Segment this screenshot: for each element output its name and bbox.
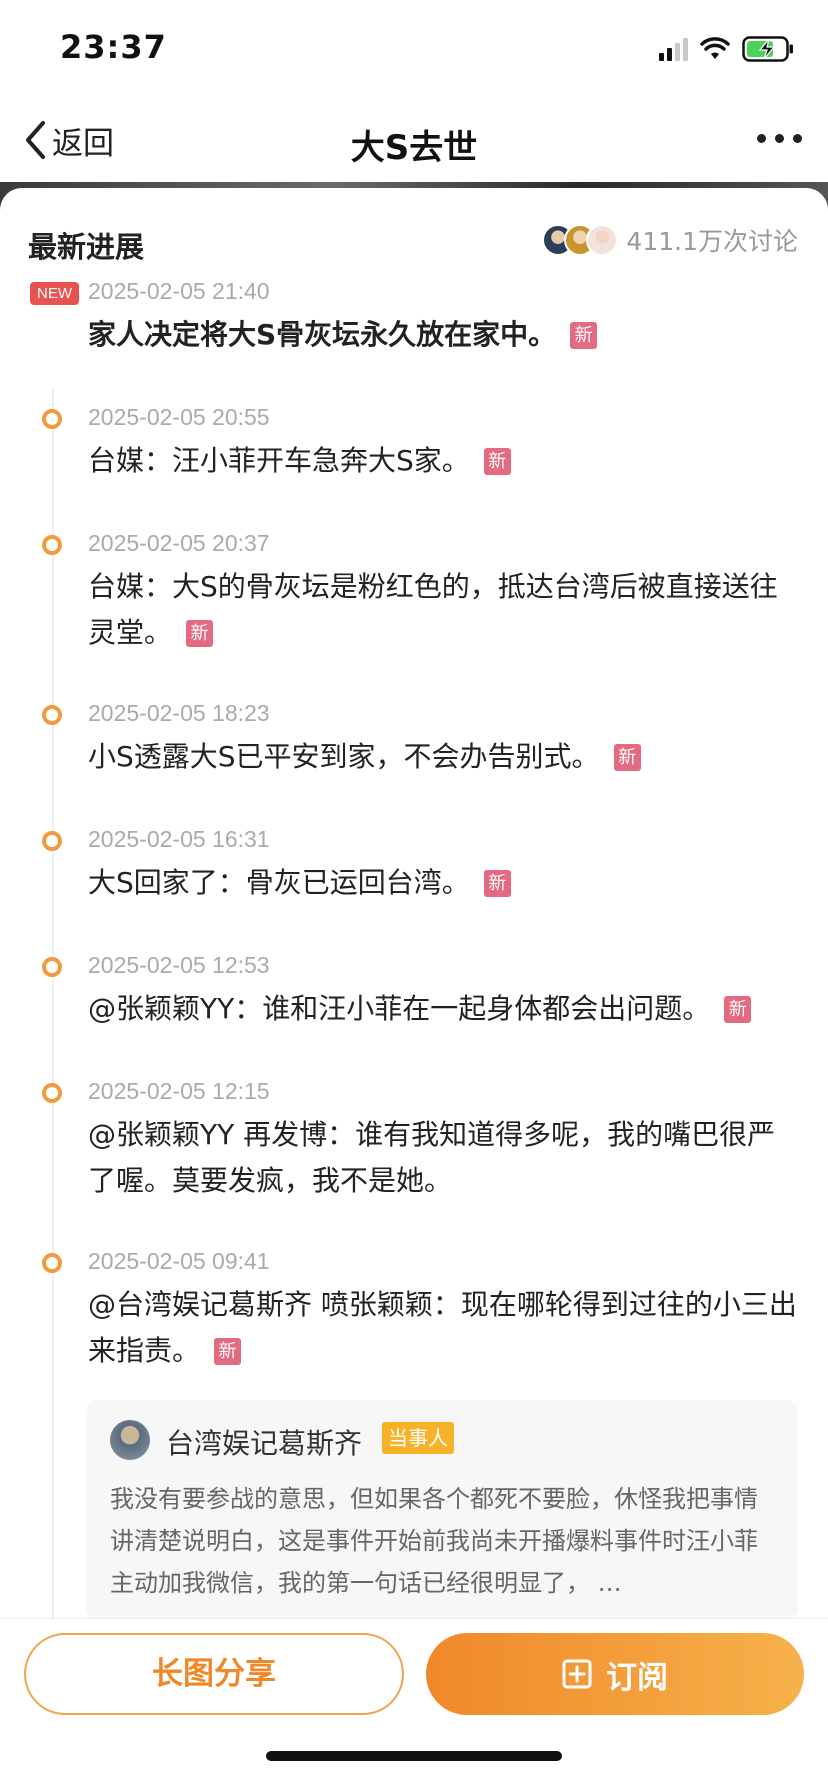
cellular-signal-icon: [659, 37, 688, 61]
item-text: 台媒：大S的骨灰坛是粉红色的，抵达台湾后被直接送往灵堂。新: [88, 570, 778, 649]
item-text: 小S透露大S已平安到家，不会办告别式。新: [88, 734, 798, 780]
item-time: 2025-02-05 12:53: [88, 952, 270, 978]
battery-charging-icon: [742, 36, 793, 62]
item-text: @台湾娱记葛斯齐 喷张颖颖：现在哪轮得到过往的小三出来指责。新: [88, 1288, 797, 1367]
timeline-dot-icon: [42, 831, 62, 851]
item-time: 2025-02-05 18:23: [88, 700, 270, 726]
item-text: 台媒：汪小菲开车急奔大S家。新: [88, 438, 798, 484]
new-tag: 新: [214, 1338, 242, 1365]
timeline-dot-icon: [42, 1083, 62, 1103]
avatar: [586, 224, 619, 256]
more-dot-icon: [793, 134, 802, 143]
quoted-post-card[interactable]: 台湾娱记葛斯齐 当事人 我没有要参战的意思，但如果各个都死不要脸，休怪我把事情讲…: [86, 1400, 798, 1618]
wifi-icon: [700, 37, 730, 59]
home-indicator: [266, 1751, 562, 1761]
timeline-dot-icon: [42, 957, 62, 977]
new-tag: 新: [724, 996, 752, 1023]
discussion-summary[interactable]: 411.1万次讨论: [542, 222, 798, 258]
long-image-share-button[interactable]: 长图分享: [24, 1633, 404, 1715]
item-text: 家人决定将大S骨灰坛永久放在家中。新: [88, 312, 798, 358]
subscribe-label: 订阅: [606, 1659, 668, 1696]
timeline-dot-icon: [42, 535, 62, 555]
new-tag: 新: [483, 448, 511, 475]
item-time: 2025-02-05 16:31: [88, 826, 270, 852]
item-time: 2025-02-05 09:41: [88, 1248, 270, 1274]
item-text: 大S回家了：骨灰已运回台湾。新: [88, 860, 798, 906]
section-title: 最新进展: [28, 230, 145, 264]
author-role-badge: 当事人: [382, 1422, 454, 1454]
item-text: @张颖颖YY 再发博：谁有我知道得多呢，我的嘴巴很严了喔。莫要发疯，我不是她。: [88, 1118, 776, 1197]
subscribe-plus-icon: [562, 1659, 592, 1689]
status-icons: [659, 34, 794, 64]
page-title: 大S去世: [350, 128, 478, 168]
timeline-dot-icon: [42, 705, 62, 725]
more-options-button[interactable]: [757, 134, 802, 143]
discussion-count: 411.1万次讨论: [626, 227, 798, 256]
bottom-action-bar: 长图分享 订阅: [0, 1618, 828, 1792]
timeline-dot-icon: [42, 409, 62, 429]
subscribe-button[interactable]: 订阅: [426, 1633, 804, 1715]
status-bar: 23:37: [0, 0, 828, 100]
card-header: 最新进展 411.1万次讨论: [28, 220, 798, 268]
timeline-line: [52, 388, 54, 1618]
item-time: 2025-02-05 21:40: [88, 278, 270, 304]
more-dot-icon: [775, 134, 784, 143]
new-tag: 新: [613, 744, 641, 771]
new-tag: 新: [483, 870, 511, 897]
item-time: 2025-02-05 20:37: [88, 530, 270, 556]
more-dot-icon: [757, 134, 766, 143]
item-text: @张颖颖YY：谁和汪小菲在一起身体都会出问题。新: [88, 986, 798, 1032]
item-time: 2025-02-05 12:15: [88, 1078, 270, 1104]
item-time: 2025-02-05 20:55: [88, 404, 270, 430]
nav-bar: 返回 大S去世: [0, 100, 828, 182]
status-time: 23:37: [60, 28, 167, 66]
timeline-card: 最新进展 411.1万次讨论 NEW 2025-02-05 21:40 家人决定…: [0, 188, 828, 1618]
avatar: [110, 1420, 150, 1460]
timeline-dot-icon: [42, 1253, 62, 1273]
new-tag: 新: [570, 322, 598, 349]
quote-author: 台湾娱记葛斯齐: [166, 1427, 363, 1460]
new-tag: 新: [186, 620, 214, 647]
new-badge: NEW: [30, 282, 79, 305]
quote-body: 我没有要参战的意思，但如果各个都死不要脸，休怪我把事情讲清楚说明白，这是事件开始…: [110, 1485, 758, 1597]
participant-avatars: [542, 224, 619, 256]
